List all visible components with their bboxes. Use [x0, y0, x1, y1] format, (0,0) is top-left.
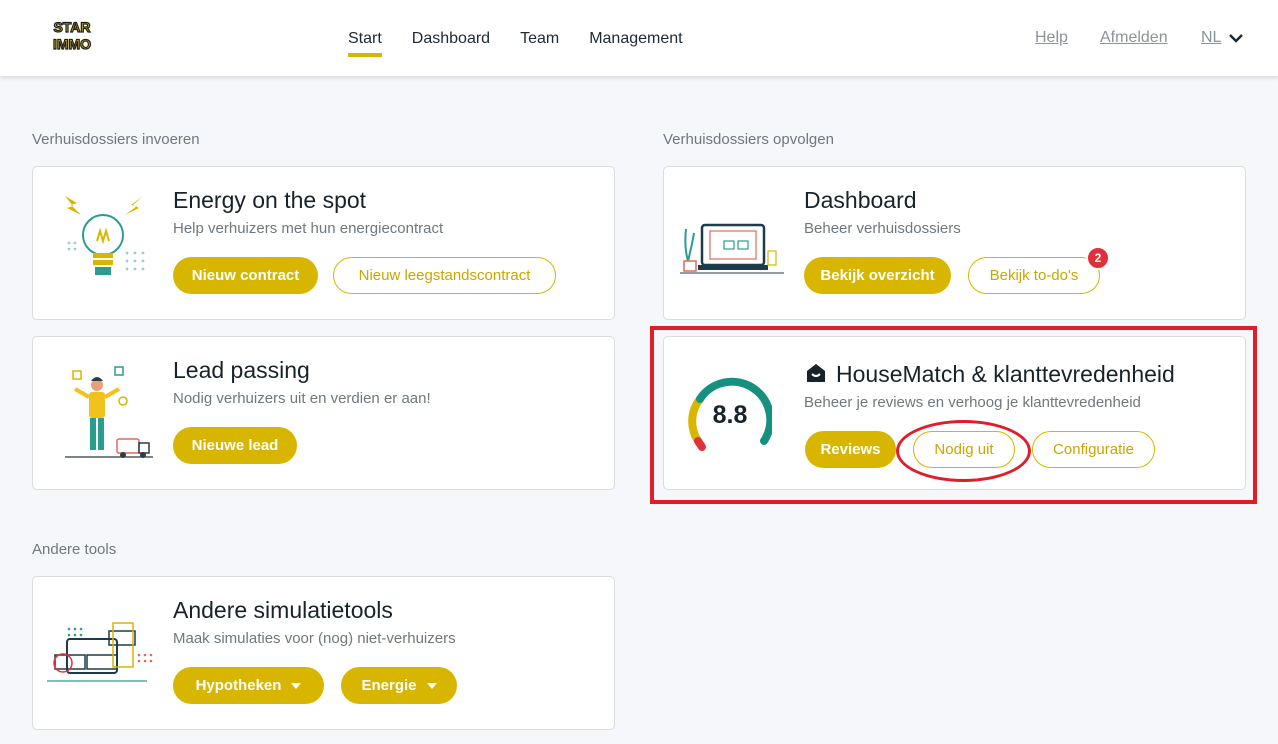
section-title-opvolgen: Verhuisdossiers opvolgen	[663, 131, 834, 148]
mortgages-label: Hypotheken	[195, 677, 282, 694]
help-link[interactable]: Help	[1035, 29, 1068, 47]
view-todos-button[interactable]: Bekijk to-do's	[968, 257, 1100, 294]
simulation-card: Andere simulatietools Maak simulaties vo…	[32, 576, 615, 730]
energy-dropdown-button[interactable]: Energie	[341, 667, 457, 704]
language-label: NL	[1201, 29, 1222, 46]
energy-card-title: Energy on the spot	[173, 187, 367, 213]
juggling-person-illustration	[65, 366, 153, 458]
logo-text-top: STAR	[53, 19, 90, 35]
language-select[interactable]: NL	[1201, 29, 1244, 47]
nav-management[interactable]: Management	[589, 0, 682, 76]
new-vacancy-contract-button[interactable]: Nieuw leegstandscontract	[333, 257, 556, 294]
view-overview-button[interactable]: Bekijk overzicht	[804, 257, 951, 294]
logo-text-bottom: IMMO	[53, 36, 91, 52]
logout-link[interactable]: Afmelden	[1100, 29, 1168, 47]
laptop-illustration	[680, 223, 784, 274]
caret-down-icon	[291, 682, 302, 689]
chevron-down-icon	[1229, 34, 1244, 43]
section-title-andere-tools: Andere tools	[32, 541, 117, 558]
simulation-card-title: Andere simulatietools	[173, 597, 393, 623]
lead-card-title: Lead passing	[173, 357, 310, 383]
mortgages-dropdown-button[interactable]: Hypotheken	[173, 667, 324, 704]
new-contract-button[interactable]: Nieuw contract	[173, 257, 318, 294]
lead-card-subtitle: Nodig verhuizers uit en verdien er aan!	[173, 390, 431, 407]
nav-start[interactable]: Start	[348, 0, 382, 76]
top-header: STAR IMMO Start Dashboard Team Managemen…	[0, 0, 1278, 76]
nav-dashboard[interactable]: Dashboard	[412, 0, 490, 76]
todo-count-badge: 2	[1086, 246, 1110, 270]
lightbulb-illustration	[65, 196, 145, 275]
energy-label: Energie	[361, 677, 417, 694]
new-lead-button[interactable]: Nieuwe lead	[173, 427, 297, 464]
energy-card: Energy on the spot Help verhuizers met h…	[32, 166, 615, 320]
highlight-oval	[896, 420, 1031, 482]
lead-passing-card: Lead passing Nodig verhuizers uit en ver…	[32, 336, 615, 490]
main-nav: Start Dashboard Team Management	[348, 0, 713, 76]
energy-card-subtitle: Help verhuizers met hun energiecontract	[173, 220, 444, 237]
section-title-invoeren: Verhuisdossiers invoeren	[32, 131, 200, 148]
calculator-illustration	[47, 622, 153, 682]
nav-team[interactable]: Team	[520, 0, 559, 76]
simulation-card-subtitle: Maak simulaties voor (nog) niet-verhuize…	[173, 630, 456, 647]
dashboard-card: Dashboard Beheer verhuisdossiers Bekijk …	[663, 166, 1246, 320]
starimmo-logo[interactable]: STAR IMMO	[40, 18, 104, 54]
caret-down-icon	[426, 682, 437, 689]
dashboard-card-subtitle: Beheer verhuisdossiers	[804, 220, 961, 237]
dashboard-card-title: Dashboard	[804, 187, 917, 213]
